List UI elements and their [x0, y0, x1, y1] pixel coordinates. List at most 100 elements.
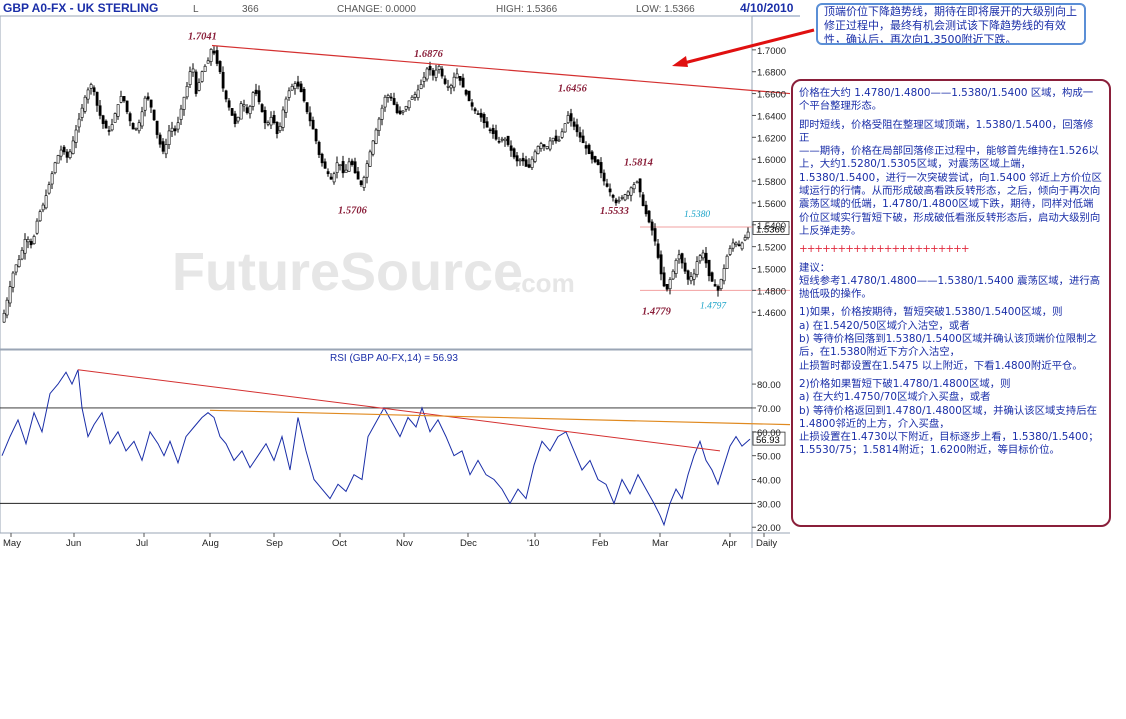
price-bar-body	[260, 104, 264, 113]
x-tick-label: Mar	[652, 538, 668, 549]
price-bar-body	[734, 242, 738, 246]
price-bar-body	[437, 65, 441, 70]
price-bar-body	[608, 188, 612, 193]
price-bar-body	[335, 162, 339, 173]
price-bar-body	[590, 151, 594, 160]
rsi-y-tick-label: 60.00	[757, 428, 781, 439]
price-annotation-cyan: 1.5380	[684, 210, 710, 220]
price-bar-body	[38, 211, 42, 222]
price-bar-body	[398, 110, 402, 114]
price-bar-body	[584, 145, 588, 149]
price-bar-body	[299, 83, 303, 93]
price-bar-body	[680, 253, 684, 264]
price-bar-body	[278, 126, 282, 131]
price-bar-body	[41, 204, 45, 211]
price-bar-body	[74, 129, 78, 143]
price-bar-body	[368, 151, 372, 167]
price-bar-body	[545, 146, 549, 149]
price-bar-body	[29, 241, 33, 246]
price-bar-body	[527, 164, 531, 168]
price-bar-body	[617, 199, 621, 202]
rsi-downtrend-line	[77, 369, 721, 452]
price-bar-body	[104, 120, 108, 129]
price-bar-body	[713, 284, 717, 287]
price-bar-body	[689, 276, 693, 282]
price-bar-body	[557, 139, 561, 142]
price-bar-body	[365, 163, 369, 178]
last-label: L	[193, 4, 199, 15]
price-bar-body	[218, 61, 222, 73]
price-bar-body	[434, 69, 438, 78]
callout-box: 顶端价位下降趋势线，期待在即将展开的大级别向上修正过程中，最终有机会测试该下降趋…	[816, 3, 1086, 45]
note-p3: ——期待，价格在局部回落修正过程中，能够首先维持在1.526以上，大约1.528…	[799, 145, 1102, 237]
price-y-tick-label: 1.6000	[757, 155, 786, 166]
price-bar-body	[740, 242, 744, 250]
price-y-tick-label: 1.6600	[757, 90, 786, 101]
price-bar-body	[716, 286, 720, 291]
price-bar-body	[674, 259, 678, 274]
price-bar-body	[263, 110, 267, 124]
price-bar-body	[386, 95, 390, 98]
price-bar-body	[110, 124, 114, 131]
price-bar-body	[404, 106, 408, 110]
price-bar-body	[233, 113, 237, 124]
price-bar-body	[47, 184, 51, 194]
price-bar-body	[662, 272, 666, 287]
price-bar-body	[638, 178, 642, 193]
price-bar-body	[623, 194, 627, 201]
price-bar-body	[467, 90, 471, 102]
price-bar-body	[701, 252, 705, 259]
price-bar-body	[692, 273, 696, 280]
price-bar-body	[287, 90, 291, 98]
price-bar-body	[449, 85, 453, 89]
price-bar-body	[125, 100, 129, 113]
price-bar-body	[221, 71, 225, 89]
price-bar-body	[137, 122, 141, 132]
price-bar-body	[170, 127, 174, 132]
price-bar-body	[353, 161, 357, 174]
price-bar-body	[23, 239, 27, 254]
price-bar-body	[245, 107, 249, 114]
price-bar-body	[485, 121, 489, 128]
price-bar-body	[356, 171, 360, 180]
price-bar-body	[272, 115, 276, 124]
price-bar-body	[602, 172, 606, 182]
price-bar-body	[98, 105, 102, 116]
callout-arrow	[672, 28, 815, 67]
price-bar-body	[359, 180, 363, 185]
last-value: 366	[242, 4, 259, 15]
price-bar-body	[554, 135, 558, 142]
note-p4: 建议：	[799, 261, 831, 274]
price-bar-body	[620, 197, 624, 199]
price-bar-body	[416, 89, 420, 98]
price-bar-body	[455, 73, 459, 79]
price-bar-body	[470, 102, 474, 107]
price-bar-body	[443, 78, 447, 84]
date-readout: 4/10/2010	[740, 1, 794, 15]
price-bar-body	[725, 255, 729, 269]
x-tick-label: Feb	[592, 538, 608, 549]
price-bar-body	[371, 140, 375, 155]
price-bar-body	[86, 89, 90, 100]
price-bar-body	[380, 107, 384, 120]
x-tick-label: Jun	[66, 538, 81, 549]
price-bar-body	[743, 237, 747, 241]
price-bar-body	[239, 103, 243, 120]
price-bar-body	[185, 85, 189, 98]
price-bar-body	[548, 140, 552, 150]
price-bar-body	[422, 76, 426, 82]
price-bar-body	[707, 259, 711, 277]
price-bar-body	[302, 88, 306, 102]
price-bar-body	[440, 68, 444, 77]
price-bar-body	[635, 181, 639, 184]
price-bar-body	[698, 255, 702, 262]
price-bar-body	[515, 155, 519, 162]
price-bar-body	[410, 96, 414, 100]
price-bar-body	[428, 66, 432, 71]
price-y-tick-label: 1.7000	[757, 46, 786, 57]
price-bar-body	[128, 113, 132, 122]
price-bar-body	[254, 89, 258, 94]
price-y-tick-label: 1.6200	[757, 133, 786, 144]
price-bar-body	[677, 254, 681, 260]
price-bar-body	[479, 112, 483, 118]
